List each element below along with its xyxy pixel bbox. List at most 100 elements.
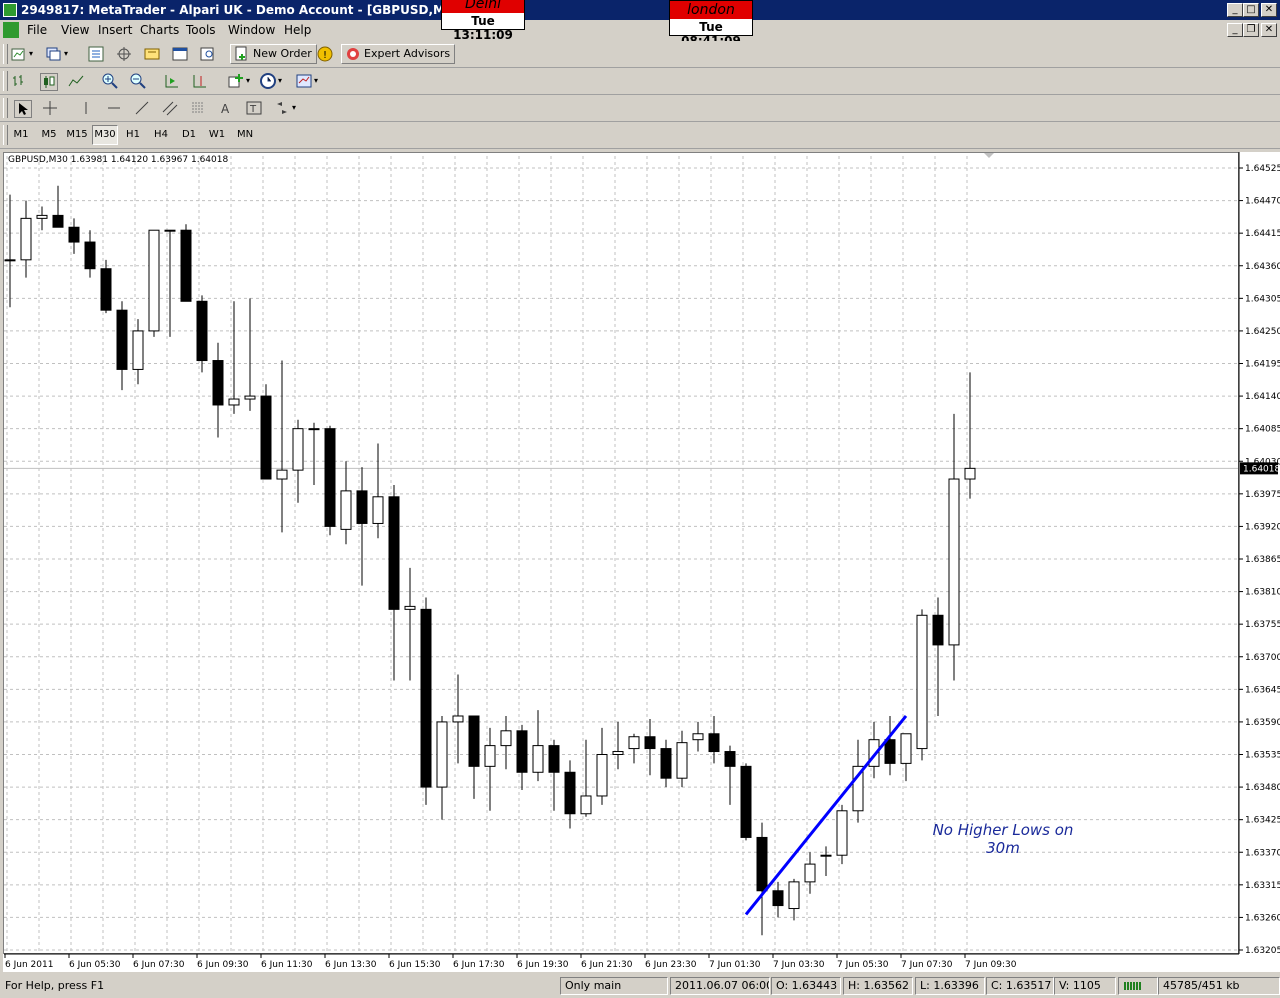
bar-chart-icon[interactable]	[11, 73, 27, 89]
new-order-button[interactable]: New Order	[230, 44, 317, 64]
expert-toggle-icon[interactable]: !	[317, 46, 333, 62]
charts-toolbar: ▾ ▾ ▾	[0, 68, 1280, 95]
bar-close: C: 1.63517	[986, 977, 1054, 995]
cursor-icon[interactable]	[14, 100, 32, 118]
annotation-text: No Higher Lows on 30m	[920, 821, 1086, 857]
menu-view[interactable]: View	[61, 23, 89, 37]
zoom-in-icon[interactable]	[102, 73, 118, 89]
clock-city: Delhi	[442, 0, 524, 13]
indicators-icon[interactable]	[228, 73, 244, 89]
trendline-icon[interactable]	[134, 100, 150, 116]
menu-file[interactable]: File	[27, 23, 47, 37]
fibonacci-icon[interactable]	[190, 100, 206, 116]
help-text: For Help, press F1	[5, 979, 105, 992]
chevron-down-icon[interactable]: ▾	[278, 76, 282, 85]
crosshair-icon[interactable]	[42, 100, 58, 116]
connection-traffic: 45785/451 kb	[1158, 977, 1280, 995]
terminal-icon[interactable]	[172, 46, 188, 62]
menu-window[interactable]: Window	[228, 23, 275, 37]
chevron-down-icon[interactable]: ▾	[64, 49, 68, 58]
timeframe-mn[interactable]: MN	[232, 125, 258, 145]
time-scale[interactable]	[3, 954, 1280, 972]
price-scale[interactable]	[1239, 152, 1280, 954]
chart-shift-icon[interactable]	[192, 73, 208, 89]
maximize-button[interactable]: □	[1243, 3, 1259, 17]
vertical-line-icon[interactable]	[78, 100, 94, 116]
bar-low: L: 1.63396	[915, 977, 985, 995]
profile-name: Only main	[560, 977, 668, 995]
menu-bar: File View Insert Charts Tools Window Hel…	[0, 20, 1280, 40]
candlestick-chart-icon[interactable]	[40, 73, 58, 91]
chart-symbol-header: GBPUSD,M30 1.63981 1.64120 1.63967 1.640…	[8, 155, 229, 165]
clock-city: london	[670, 1, 752, 19]
clock-delhi: Delhi Tue 13:11:09	[441, 0, 525, 42]
svg-text:!: !	[323, 50, 327, 61]
toolbar-grip[interactable]	[3, 71, 8, 91]
templates-icon[interactable]	[296, 73, 312, 89]
timeframe-m1[interactable]: M1	[8, 125, 34, 145]
expert-advisors-label: Expert Advisors	[364, 47, 451, 60]
strategy-tester-icon[interactable]	[200, 46, 216, 62]
market-watch-icon[interactable]	[88, 46, 104, 62]
child-close-button[interactable]: ✕	[1261, 23, 1277, 37]
chart-window	[0, 150, 1280, 972]
window-title: 2949817: MetaTrader - Alpari UK - Demo A…	[21, 3, 468, 17]
new-order-icon	[235, 46, 247, 61]
chevron-down-icon[interactable]: ▾	[29, 49, 33, 58]
line-chart-icon[interactable]	[68, 73, 84, 89]
line-studies-toolbar: A T ▾	[0, 95, 1280, 122]
timeframe-m15[interactable]: M15	[64, 125, 90, 145]
close-button[interactable]: ✕	[1261, 3, 1277, 17]
bar-high: H: 1.63562	[843, 977, 913, 995]
menu-help[interactable]: Help	[284, 23, 311, 37]
expert-advisors-icon	[347, 48, 359, 60]
profiles-icon[interactable]	[46, 46, 62, 62]
chevron-down-icon[interactable]: ▾	[292, 103, 296, 112]
child-minimize-button[interactable]: _	[1227, 23, 1243, 37]
bar-volume: V: 1105	[1054, 977, 1116, 995]
text-icon[interactable]: A	[218, 100, 234, 116]
arrows-icon[interactable]	[274, 100, 290, 116]
zoom-out-icon[interactable]	[130, 73, 146, 89]
timeframe-h1[interactable]: H1	[120, 125, 146, 145]
menu-tools[interactable]: Tools	[186, 23, 216, 37]
periodicity-toolbar: M1 M5 M15 M30 H1 H4 D1 W1 MN	[0, 122, 1280, 149]
chevron-down-icon[interactable]: ▾	[314, 76, 318, 85]
timeframe-m5[interactable]: M5	[36, 125, 62, 145]
menu-insert[interactable]: Insert	[98, 23, 132, 37]
menu-charts[interactable]: Charts	[140, 23, 179, 37]
status-bar: For Help, press F1 Only main 2011.06.07 …	[0, 974, 1280, 998]
navigator-icon[interactable]	[144, 46, 160, 62]
annotation-line-2: 30m	[986, 839, 1020, 857]
clock-london: london Tue 08:41:09	[669, 0, 753, 48]
chevron-down-icon[interactable]: ▾	[246, 76, 250, 85]
child-restore-button[interactable]: ❐	[1243, 23, 1259, 37]
timeframe-m30[interactable]: M30	[92, 125, 118, 145]
text-label-icon[interactable]: T	[246, 100, 262, 116]
connection-icon[interactable]	[1118, 977, 1158, 995]
timeframe-w1[interactable]: W1	[204, 125, 230, 145]
clock-time: Tue 13:11:09	[453, 14, 513, 42]
toolbar-grip[interactable]	[3, 98, 8, 118]
document-icon[interactable]	[3, 22, 19, 38]
bar-open: O: 1.63443	[771, 977, 841, 995]
periods-icon[interactable]	[260, 73, 276, 89]
toolbar-grip[interactable]	[3, 44, 8, 64]
bar-datetime: 2011.06.07 06:00	[670, 977, 770, 995]
title-bar: 2949817: MetaTrader - Alpari UK - Demo A…	[0, 0, 1280, 20]
auto-scroll-icon[interactable]	[164, 73, 180, 89]
metatrader-app-icon[interactable]	[3, 3, 17, 17]
svg-text:A: A	[221, 102, 230, 116]
expert-advisors-button[interactable]: Expert Advisors	[341, 44, 456, 64]
timeframe-d1[interactable]: D1	[176, 125, 202, 145]
horizontal-line-icon[interactable]	[106, 100, 122, 116]
equidistant-channel-icon[interactable]	[162, 100, 178, 116]
timeframe-h4[interactable]: H4	[148, 125, 174, 145]
crosshair-icon[interactable]	[116, 46, 132, 62]
annotation-line-1: No Higher Lows on	[932, 821, 1074, 839]
new-order-label: New Order	[253, 47, 312, 60]
svg-text:T: T	[249, 104, 257, 115]
standard-toolbar: ▾ ▾ ▾ New Order ! Expert Advisors	[0, 41, 1280, 68]
minimize-button[interactable]: _	[1227, 3, 1243, 17]
new-chart-icon[interactable]: ▾	[11, 46, 27, 62]
